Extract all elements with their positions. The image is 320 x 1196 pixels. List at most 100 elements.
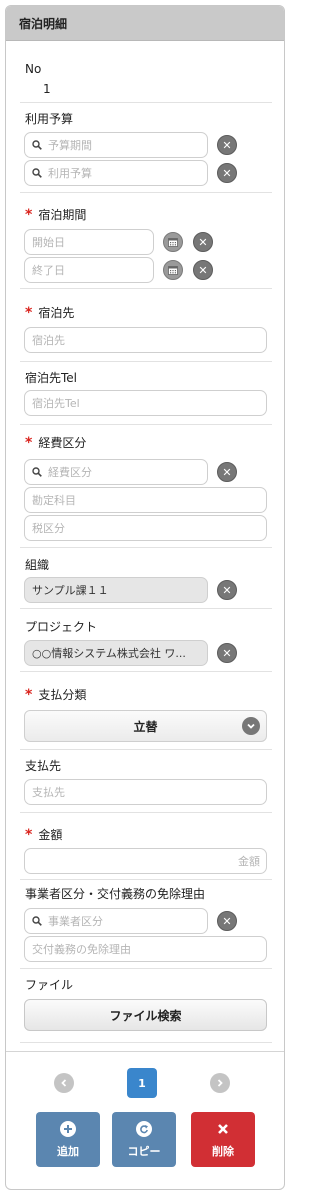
x-icon [215,1121,231,1137]
project-value: ○○情報システム株式会社 ワ... [32,647,186,660]
tax-placeholder: 税区分 [32,522,65,535]
clear-budget-icon[interactable]: ✕ [217,163,237,183]
magnifier-icon [32,140,42,150]
stay-place-label: * 宿泊先 [25,304,74,321]
expense-label-text: 経費区分 [38,436,87,450]
magnifier-icon [32,467,42,477]
account-placeholder: 勘定科目 [32,494,76,507]
divider [20,1042,272,1043]
payee-label: 支払先 [25,759,62,773]
account-input[interactable]: 勘定科目 [24,487,267,513]
stay-tel-input[interactable]: 宿泊先Tel [24,390,267,416]
clear-expense-category-icon[interactable]: ✕ [217,462,237,482]
required-mark: * [25,207,33,223]
refresh-icon [136,1120,152,1137]
expense-category-input[interactable]: 経費区分 [24,459,208,485]
start-date-placeholder: 開始日 [32,236,65,249]
file-search-button[interactable]: ファイル検索 [24,999,267,1031]
plus-icon [60,1120,76,1137]
divider [20,102,272,103]
payment-type-label-text: 支払分類 [38,688,87,702]
clear-end-date-icon[interactable]: ✕ [193,260,213,280]
expense-label: * 経費区分 [25,434,86,451]
prev-page-button[interactable] [54,1073,74,1093]
calendar-icon[interactable] [163,260,183,280]
delete-button[interactable]: 削除 [191,1112,255,1167]
divider [20,424,272,425]
magnifier-icon [32,168,42,178]
copy-button[interactable]: コピー [112,1112,176,1167]
divider [20,879,272,880]
page-button-current[interactable]: 1 [127,1068,157,1098]
clear-business-category-icon[interactable]: ✕ [217,911,237,931]
stay-place-label-text: 宿泊先 [38,306,75,320]
stay-place-input[interactable]: 宿泊先 [24,327,267,353]
stay-period-label-text: 宿泊期間 [38,208,87,222]
payment-type-label: * 支払分類 [25,686,86,703]
tax-input[interactable]: 税区分 [24,515,267,541]
exemption-reason-placeholder: 交付義務の免除理由 [32,943,131,956]
amount-input[interactable]: 金額 [24,848,267,874]
expense-category-placeholder: 経費区分 [48,466,92,479]
required-mark: * [25,435,33,451]
end-date-placeholder: 終了日 [32,264,65,277]
budget-placeholder: 利用予算 [48,167,92,180]
copy-button-label: コピー [127,1144,161,1158]
required-mark: * [25,827,33,843]
budget-label: 利用予算 [25,112,74,126]
chevron-left-icon [61,1079,67,1087]
divider [20,192,272,193]
divider [20,608,272,609]
detail-panel: 宿泊明細 No 1 利用予算 予算期間 ✕ 利用予算 ✕ * 宿泊期間 開始日 ✕… [5,5,285,1190]
business-category-placeholder: 事業者区分 [48,915,103,928]
page-number: 1 [138,1076,146,1090]
magnifier-icon [32,916,42,926]
divider [20,361,272,362]
divider [20,288,272,289]
divider [20,749,272,750]
required-mark: * [25,687,33,703]
divider [20,547,272,548]
no-label: No [25,62,42,76]
amount-placeholder: 金額 [238,855,260,868]
payment-type-select[interactable]: 立替 [24,710,267,742]
file-search-button-label: ファイル検索 [109,1008,182,1023]
budget-input[interactable]: 利用予算 [24,160,208,186]
add-button[interactable]: 追加 [36,1112,100,1167]
panel-title: 宿泊明細 [6,6,284,41]
clear-project-icon[interactable]: ✕ [217,643,237,663]
org-field[interactable]: サンプル課１１ [24,577,208,603]
business-category-input[interactable]: 事業者区分 [24,908,208,934]
divider [20,671,272,672]
calendar-icon[interactable] [163,232,183,252]
budget-period-placeholder: 予算期間 [48,139,92,152]
clear-org-icon[interactable]: ✕ [217,580,237,600]
chevron-down-icon [242,717,260,735]
clear-start-date-icon[interactable]: ✕ [193,232,213,252]
stay-tel-placeholder: 宿泊先Tel [32,397,80,410]
start-date-input[interactable]: 開始日 [24,229,154,255]
stay-place-placeholder: 宿泊先 [32,334,65,347]
project-field[interactable]: ○○情報システム株式会社 ワ... [24,640,208,666]
org-label: 組織 [25,558,50,572]
footer-divider [6,1051,284,1052]
divider [20,812,272,813]
clear-budget-period-icon[interactable]: ✕ [217,135,237,155]
delete-button-label: 削除 [212,1144,234,1158]
divider [20,968,272,969]
stay-period-label: * 宿泊期間 [25,206,86,223]
exemption-reason-input[interactable]: 交付義務の免除理由 [24,936,267,962]
required-mark: * [25,305,33,321]
amount-label: * 金額 [25,826,62,843]
file-label: ファイル [25,978,74,992]
payment-type-selected: 立替 [133,719,158,734]
org-value: サンプル課１１ [32,584,109,597]
next-page-button[interactable] [210,1073,230,1093]
project-label: プロジェクト [25,620,98,634]
no-value: 1 [43,82,51,96]
budget-period-input[interactable]: 予算期間 [24,132,208,158]
add-button-label: 追加 [57,1144,79,1158]
business-label: 事業者区分・交付義務の免除理由 [25,887,206,901]
end-date-input[interactable]: 終了日 [24,257,154,283]
payee-input[interactable]: 支払先 [24,779,267,805]
